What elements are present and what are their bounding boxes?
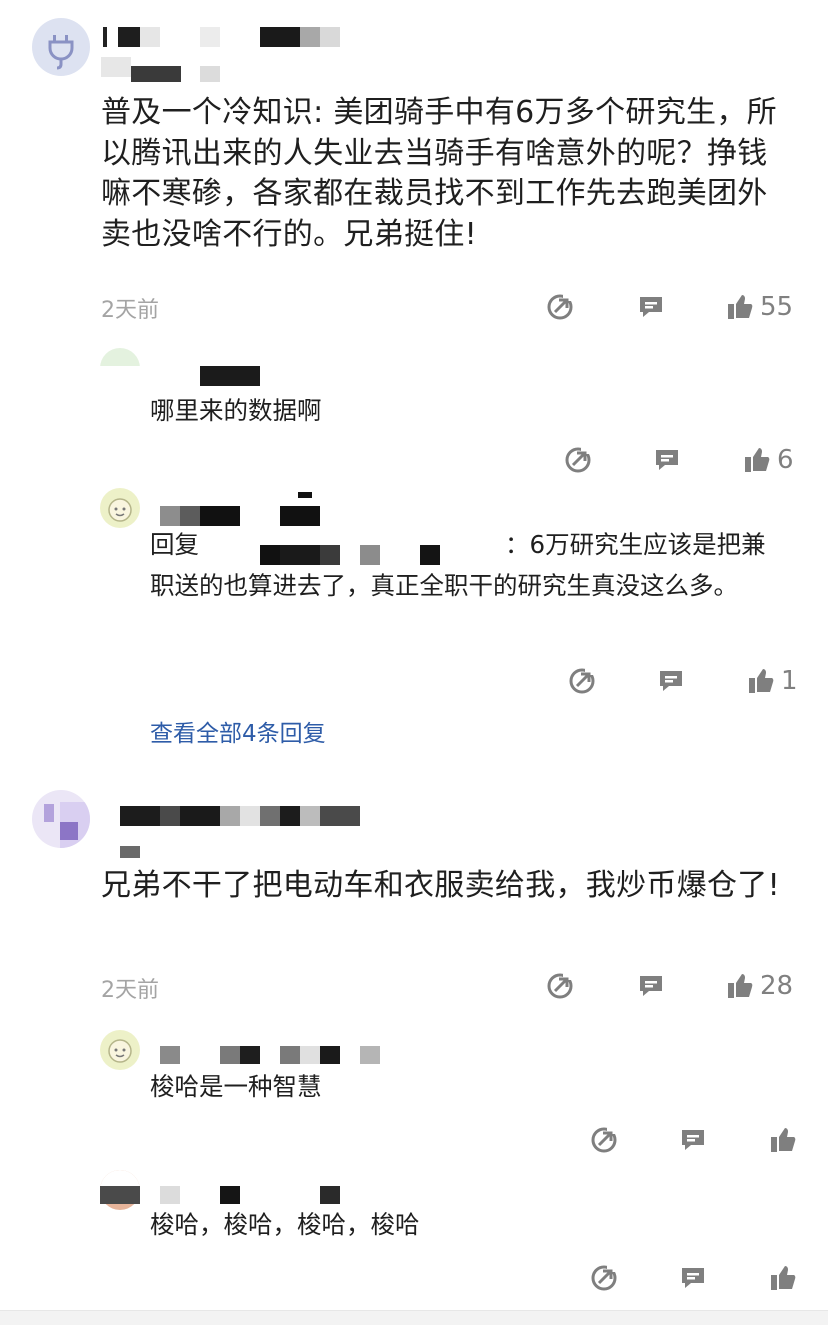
bottom-divider — [0, 1310, 828, 1325]
reply-button[interactable] — [657, 664, 685, 698]
reply-actions — [589, 1123, 809, 1157]
like-count: 6 — [777, 445, 794, 475]
cartoon-face-icon — [108, 498, 132, 522]
share-button[interactable] — [589, 1261, 619, 1295]
share-icon — [565, 447, 591, 473]
share-button[interactable] — [589, 1123, 619, 1157]
comment-actions: 28 — [545, 969, 805, 1003]
comment-time: 2天前 — [101, 298, 159, 323]
comment-icon — [656, 450, 678, 470]
reply-text: ：6万研究生应该是把兼职送的也算进去了，真正全职干的研究生真没这么多。 — [150, 530, 766, 600]
reply-actions — [589, 1261, 809, 1295]
reply-button[interactable] — [653, 443, 681, 477]
thumbs-up-icon — [749, 669, 774, 693]
user-avatar[interactable] — [32, 18, 90, 76]
comment-icon — [660, 671, 682, 691]
like-button[interactable]: 1 — [747, 664, 798, 698]
reply-prefix: 回复 — [150, 530, 199, 559]
reply-body: 回复 ：6万研究生应该是把兼职送的也算进去了，真正全职干的研究生真没这么多。 — [150, 524, 790, 606]
comment-time: 2天前 — [101, 978, 159, 1003]
reply-avatar[interactable] — [100, 1030, 140, 1070]
share-icon — [547, 294, 573, 320]
share-button[interactable] — [563, 443, 593, 477]
like-count: 1 — [781, 666, 798, 696]
reply-actions: 1 — [567, 664, 807, 698]
comment-body: 兄弟不干了把电动车和衣服卖给我，我炒币爆仓了! — [101, 868, 780, 903]
cartoon-face-icon — [108, 1039, 132, 1063]
view-all-replies-link[interactable]: 查看全部4条回复 — [150, 714, 326, 748]
comment-body: 普及一个冷知识: 美团骑手中有6万多个研究生，所以腾讯出来的人失业去当骑手有啥意… — [101, 95, 777, 252]
thumbs-up-icon — [745, 448, 770, 472]
like-button[interactable] — [769, 1261, 797, 1295]
reply-body: 哪里来的数据啊 — [150, 396, 322, 425]
share-button[interactable] — [545, 290, 575, 324]
user-avatar[interactable] — [32, 790, 90, 848]
like-button[interactable]: 6 — [743, 443, 794, 477]
comment-icon — [682, 1130, 704, 1150]
share-icon — [569, 668, 595, 694]
like-button[interactable]: 28 — [726, 969, 793, 1003]
reply-actions: 6 — [563, 443, 803, 477]
like-button[interactable] — [769, 1123, 797, 1157]
share-icon — [591, 1127, 617, 1153]
like-count: 55 — [760, 292, 794, 322]
reply-body: 梭哈是一种智慧 — [150, 1072, 322, 1101]
thumbs-up-icon — [771, 1128, 796, 1152]
share-icon — [547, 973, 573, 999]
comment-icon — [682, 1268, 704, 1288]
share-button[interactable] — [545, 969, 575, 1003]
thumbs-up-icon — [728, 974, 753, 998]
comment-actions: 55 — [545, 290, 805, 324]
comment-icon — [640, 297, 662, 317]
thumbs-up-icon — [771, 1266, 796, 1290]
share-icon — [591, 1265, 617, 1291]
reply-button[interactable] — [679, 1261, 707, 1295]
share-button[interactable] — [567, 664, 597, 698]
reply-button[interactable] — [637, 290, 665, 324]
like-button[interactable]: 55 — [726, 290, 793, 324]
plug-icon — [48, 35, 74, 70]
thumbs-up-icon — [728, 295, 753, 319]
reply-avatar[interactable] — [100, 488, 140, 528]
comment-icon — [640, 976, 662, 996]
reply-button[interactable] — [637, 969, 665, 1003]
reply-button[interactable] — [679, 1123, 707, 1157]
like-count: 28 — [760, 971, 794, 1001]
reply-body: 梭哈，梭哈，梭哈，梭哈 — [150, 1210, 420, 1239]
